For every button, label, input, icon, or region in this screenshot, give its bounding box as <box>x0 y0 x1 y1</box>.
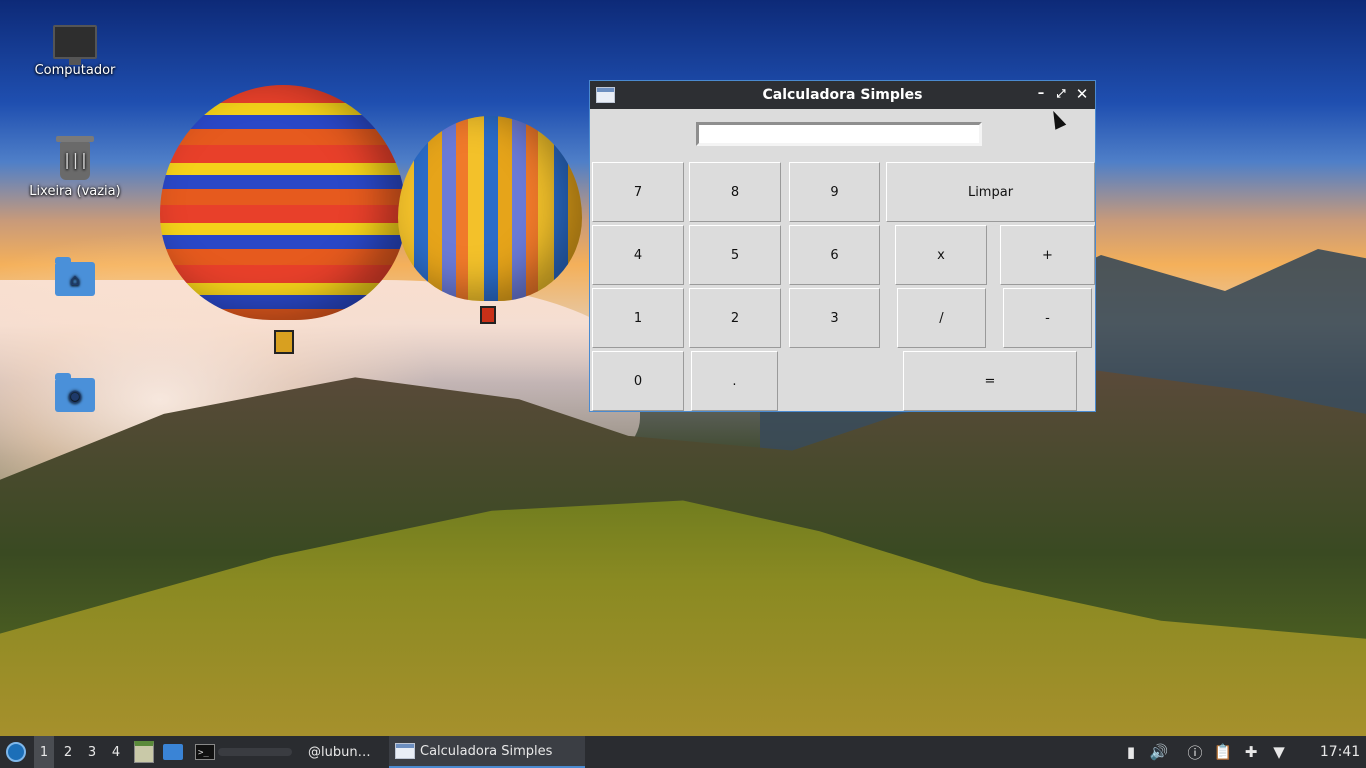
network-folder-icon: ◉ <box>55 373 95 412</box>
battery-icon[interactable]: ▮ <box>1120 736 1142 768</box>
clipboard-icon[interactable]: 📋 <box>1212 736 1234 768</box>
decimal-point-button[interactable]: . <box>691 351 778 411</box>
digit-9-button[interactable]: 9 <box>789 162 880 222</box>
file-manager-icon <box>134 741 154 763</box>
task-label: @lubun… <box>308 744 371 760</box>
quicklaunch-terminal[interactable]: >_ <box>194 736 216 768</box>
equals-button[interactable]: = <box>903 351 1077 411</box>
computer-icon <box>53 25 97 65</box>
notification-icon[interactable]: ⓘ <box>1184 736 1206 768</box>
desktop-icon-label: Computador <box>34 63 116 78</box>
digit-3-button[interactable]: 3 <box>789 288 880 348</box>
balloon-basket-right <box>480 306 496 324</box>
digit-1-button[interactable]: 1 <box>592 288 684 348</box>
desktop-icon-home[interactable]: ⌂ <box>20 257 130 300</box>
taskbar: 1 2 3 4 >_ @lubun… Calculadora Simples ▮… <box>0 736 1366 768</box>
app-window-icon <box>395 743 415 759</box>
volume-icon[interactable]: 🔊 <box>1148 736 1170 768</box>
trash-icon <box>56 136 94 180</box>
desktop-icon-trash[interactable]: Lixeira (vazia) <box>20 136 130 199</box>
calculator-display[interactable] <box>696 122 982 146</box>
quicklaunch-browser[interactable] <box>162 736 184 768</box>
terminal-icon: >_ <box>195 744 215 760</box>
start-menu-button[interactable] <box>4 736 28 768</box>
updates-icon[interactable]: ✚ <box>1240 736 1262 768</box>
task-terminal[interactable]: @lubun… <box>302 736 394 768</box>
workspace-3[interactable]: 3 <box>82 736 102 768</box>
desktop-icon-network[interactable]: ◉ <box>20 373 130 416</box>
wifi-icon[interactable]: ▼ <box>1268 736 1290 768</box>
digit-2-button[interactable]: 2 <box>689 288 781 348</box>
hot-air-balloon-right <box>398 116 582 301</box>
divide-button[interactable]: / <box>897 288 986 348</box>
task-label: Calculadora Simples <box>420 743 553 759</box>
window-title: Calculadora Simples <box>762 87 923 103</box>
subtract-button[interactable]: - <box>1003 288 1092 348</box>
desktop-icon-computer[interactable]: Computador <box>20 25 130 78</box>
digit-4-button[interactable]: 4 <box>592 225 684 285</box>
task-calculator[interactable]: Calculadora Simples <box>389 736 585 768</box>
close-button[interactable]: ✕ <box>1073 85 1091 103</box>
clock[interactable]: 17:41 <box>1318 736 1362 768</box>
clear-button[interactable]: Limpar <box>886 162 1095 222</box>
window-titlebar[interactable]: Calculadora Simples – ⤢ ✕ <box>590 81 1095 109</box>
browser-icon <box>163 744 183 760</box>
maximize-button[interactable]: ⤢ <box>1052 85 1070 103</box>
workspace-4[interactable]: 4 <box>106 736 126 768</box>
digit-0-button[interactable]: 0 <box>592 351 684 411</box>
blurred-task-placeholder <box>218 736 296 768</box>
minimize-button[interactable]: – <box>1032 85 1050 103</box>
multiply-button[interactable]: x <box>895 225 987 285</box>
add-button[interactable]: + <box>1000 225 1095 285</box>
lubuntu-logo-icon <box>6 742 26 762</box>
app-window-icon <box>596 87 615 103</box>
digit-6-button[interactable]: 6 <box>789 225 880 285</box>
hot-air-balloon-left <box>160 85 406 320</box>
desktop-icon-label: Lixeira (vazia) <box>29 184 121 199</box>
quicklaunch-file-manager[interactable] <box>133 736 155 768</box>
workspace-2[interactable]: 2 <box>58 736 78 768</box>
home-folder-icon: ⌂ <box>55 257 95 296</box>
balloon-basket-left <box>274 330 294 354</box>
workspace-1[interactable]: 1 <box>34 736 54 768</box>
digit-8-button[interactable]: 8 <box>689 162 781 222</box>
calculator-window: Calculadora Simples – ⤢ ✕ 7 8 9 Limpar 4… <box>589 80 1096 412</box>
digit-7-button[interactable]: 7 <box>592 162 684 222</box>
digit-5-button[interactable]: 5 <box>689 225 781 285</box>
